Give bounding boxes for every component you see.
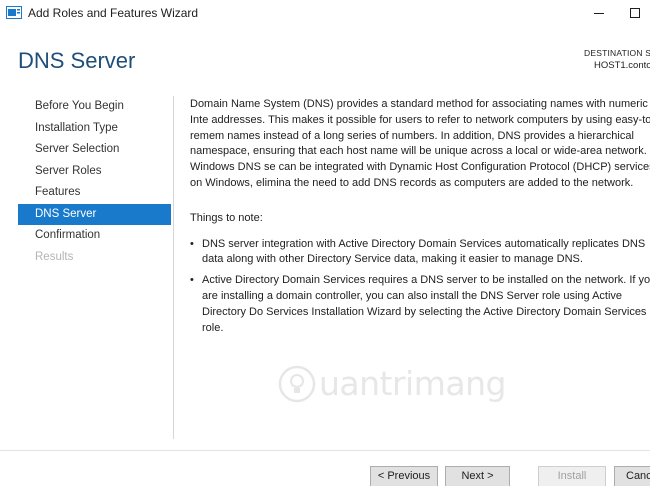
nav-item-confirmation[interactable]: Confirmation: [18, 225, 171, 247]
watermark-text: uantrimang: [319, 364, 506, 403]
maximize-icon: [630, 8, 640, 18]
nav-item-installation-type[interactable]: Installation Type: [18, 118, 171, 140]
next-button[interactable]: Next >: [445, 466, 510, 486]
note-item: Active Directory Domain Services require…: [190, 273, 650, 336]
destination-server-name: HOST1.contosc: [594, 60, 650, 71]
note-item: DNS server integration with Active Direc…: [190, 237, 650, 269]
previous-button[interactable]: < Previous: [370, 466, 438, 486]
dns-description: Domain Name System (DNS) provides a stan…: [190, 98, 650, 189]
nav-item-features[interactable]: Features: [18, 182, 171, 204]
wizard-nav: Before You Begin Installation Type Serve…: [18, 96, 171, 268]
nav-item-server-selection[interactable]: Server Selection: [18, 139, 171, 161]
nav-divider: [173, 96, 174, 439]
page-title: DNS Server: [18, 48, 136, 73]
server-manager-icon: [6, 6, 22, 19]
nav-item-results: Results: [35, 250, 74, 263]
title-bar: Add Roles and Features Wizard: [0, 0, 650, 26]
footer-divider: [0, 450, 650, 451]
cancel-button[interactable]: Canc: [614, 466, 650, 486]
watermark: uantrimang: [273, 360, 506, 410]
minimize-icon: [594, 12, 604, 14]
install-button: Install: [538, 466, 606, 486]
nav-item-server-roles[interactable]: Server Roles: [18, 161, 171, 183]
window-title: Add Roles and Features Wizard: [28, 6, 199, 20]
nav-item-dns-server[interactable]: DNS Server: [18, 203, 171, 225]
things-to-note-heading: Things to note:: [190, 211, 263, 224]
notes-list: DNS server integration with Active Direc…: [190, 237, 650, 337]
destination-server-label: DESTINATION SE: [584, 48, 650, 58]
watermark-logo-icon: [278, 365, 316, 403]
nav-item-before-you-begin[interactable]: Before You Begin: [18, 96, 171, 118]
maximize-button[interactable]: [612, 0, 650, 26]
